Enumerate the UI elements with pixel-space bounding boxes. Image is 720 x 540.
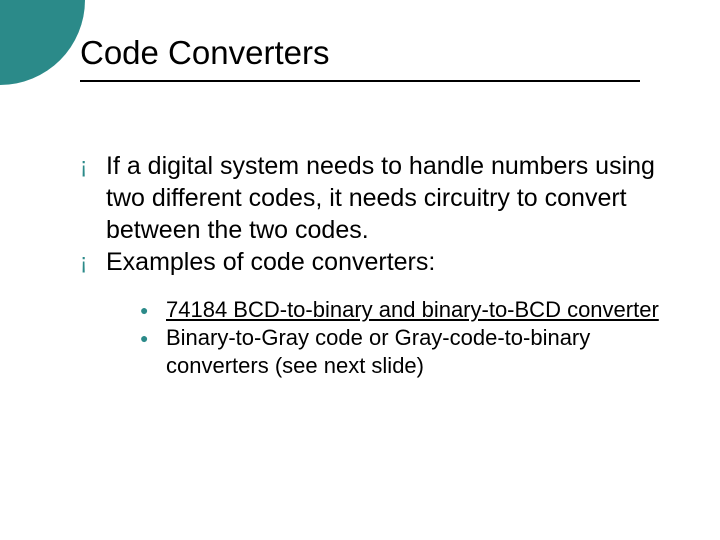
link-text[interactable]: 74184 BCD-to-binary and binary-to-BCD co… (166, 297, 659, 322)
title-block: Code Converters (80, 34, 680, 82)
list-item: ¡ If a digital system needs to handle nu… (80, 150, 680, 246)
filled-dot-icon: ● (140, 296, 166, 324)
sub-bullet-text: Binary-to-Gray code or Gray-code-to-bina… (166, 324, 680, 380)
sub-bullet-text: 74184 BCD-to-binary and binary-to-BCD co… (166, 296, 659, 324)
slide-title: Code Converters (80, 34, 680, 72)
list-item: ● Binary-to-Gray code or Gray-code-to-bi… (140, 324, 680, 380)
filled-dot-icon: ● (140, 324, 166, 352)
title-rule (80, 80, 640, 82)
trailing-text: Binary-to-Gray code or Gray-code-to-bina… (166, 325, 590, 378)
open-circle-icon: ¡ (80, 246, 106, 278)
content-area: ¡ If a digital system needs to handle nu… (80, 150, 680, 380)
open-circle-icon: ¡ (80, 150, 106, 182)
list-item: ¡ Examples of code converters: (80, 246, 680, 278)
list-item: ● 74184 BCD-to-binary and binary-to-BCD … (140, 296, 680, 324)
corner-decoration (0, 0, 85, 85)
bullet-text: If a digital system needs to handle numb… (106, 150, 680, 246)
slide: Code Converters ¡ If a digital system ne… (0, 0, 720, 540)
bullet-text: Examples of code converters: (106, 246, 435, 278)
sublist: ● 74184 BCD-to-binary and binary-to-BCD … (140, 296, 680, 380)
